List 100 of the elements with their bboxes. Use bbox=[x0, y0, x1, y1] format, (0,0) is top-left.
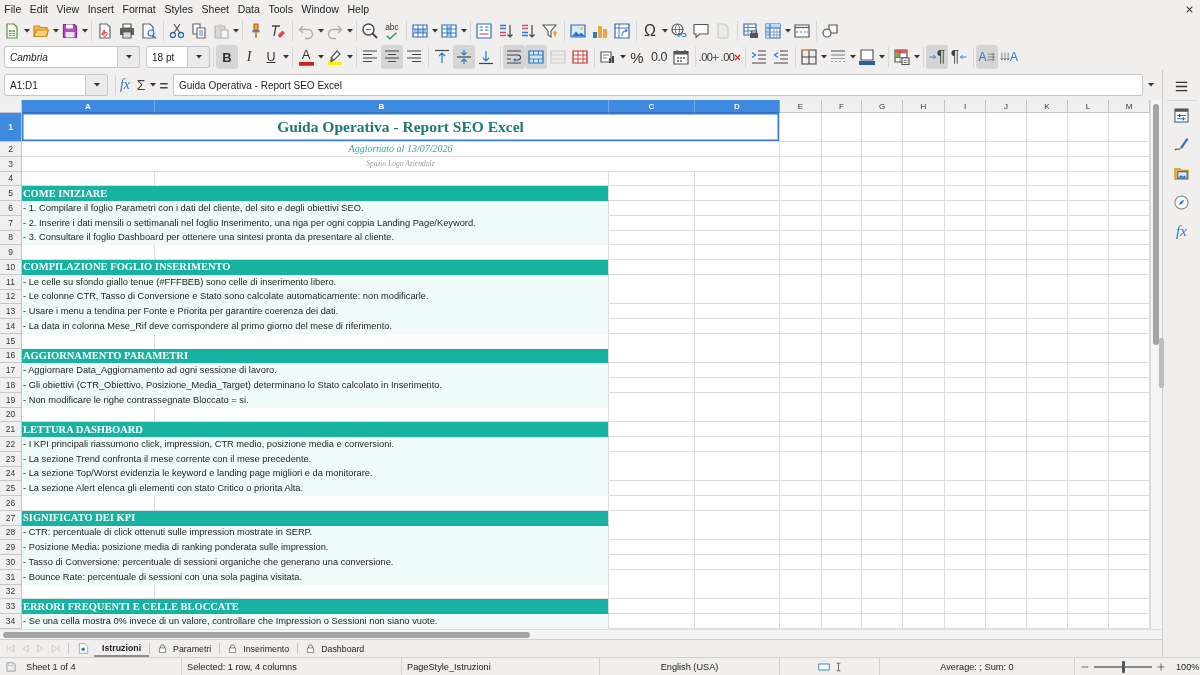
row-header[interactable]: 18 bbox=[0, 378, 22, 393]
menu-item[interactable]: Window bbox=[297, 0, 344, 18]
sidebar-collapse-handle[interactable] bbox=[1159, 338, 1164, 388]
formula-button[interactable]: = bbox=[156, 73, 172, 97]
column-header[interactable]: E bbox=[780, 100, 822, 113]
column-header[interactable]: I bbox=[945, 100, 986, 113]
name-box-dropdown-button[interactable] bbox=[86, 74, 108, 96]
zoom-in-icon[interactable] bbox=[1157, 662, 1165, 671]
caret-icon[interactable] bbox=[878, 55, 885, 59]
row-header[interactable]: 26 bbox=[0, 496, 22, 511]
spelling-button[interactable]: abc bbox=[381, 19, 403, 43]
cell-cursor[interactable]: Guida Operativa - Report SEO Excel bbox=[22, 113, 780, 142]
percent-button[interactable]: % bbox=[626, 45, 648, 69]
row-header[interactable]: 1 bbox=[0, 113, 22, 142]
text-vertical-button[interactable]: A bbox=[998, 45, 1020, 69]
zoom-slider-thumb[interactable] bbox=[1121, 660, 1125, 673]
caret-icon[interactable] bbox=[346, 55, 353, 59]
caret-icon[interactable] bbox=[317, 55, 324, 59]
caret-icon[interactable] bbox=[913, 55, 920, 59]
caret-icon[interactable] bbox=[661, 29, 668, 33]
delete-decimal-button[interactable]: .00 bbox=[720, 45, 742, 69]
column-header[interactable]: H bbox=[903, 100, 945, 113]
caret-icon[interactable] bbox=[52, 29, 59, 33]
caret-icon[interactable] bbox=[431, 29, 438, 33]
caret-icon[interactable] bbox=[1148, 83, 1154, 87]
row-header[interactable]: 33 bbox=[0, 599, 22, 614]
caret-icon[interactable] bbox=[149, 83, 156, 87]
right-to-left-button[interactable]: ¶ bbox=[948, 45, 970, 69]
formula-input-field[interactable]: Guida Operativa - Report SEO Excel bbox=[173, 74, 1143, 96]
add-decimal-button[interactable]: .00 bbox=[698, 45, 720, 69]
font-name-dropdown-button[interactable] bbox=[118, 46, 140, 68]
bold-button[interactable]: B bbox=[216, 45, 238, 69]
row-header[interactable]: 29 bbox=[0, 540, 22, 555]
selection-mode-icon[interactable] bbox=[818, 660, 830, 673]
caret-icon[interactable] bbox=[232, 29, 239, 33]
zoom-percent-text[interactable]: 100% bbox=[1176, 661, 1200, 672]
special-character-button[interactable]: Ω bbox=[639, 19, 661, 43]
sheet-tab[interactable]: Dashboard bbox=[298, 640, 373, 657]
caret-icon[interactable] bbox=[93, 83, 100, 87]
sheet-tab[interactable]: Inserimento bbox=[220, 640, 298, 657]
row-header[interactable]: 25 bbox=[0, 481, 22, 496]
column-header[interactable]: K bbox=[1027, 100, 1068, 113]
row-header[interactable]: 17 bbox=[0, 363, 22, 378]
column-header[interactable]: J bbox=[986, 100, 1027, 113]
caret-icon[interactable] bbox=[820, 55, 827, 59]
menu-item[interactable]: Edit bbox=[25, 0, 53, 18]
caret-icon[interactable] bbox=[346, 29, 353, 33]
row-header[interactable]: 2 bbox=[0, 142, 22, 157]
wrap-text-button[interactable] bbox=[503, 45, 525, 69]
column-header[interactable]: A bbox=[22, 100, 155, 113]
language-text[interactable]: English (USA) bbox=[660, 661, 719, 672]
number-button[interactable]: 0.0 bbox=[648, 45, 670, 69]
row-header[interactable]: 21 bbox=[0, 422, 22, 437]
function-wizard-button[interactable]: fx bbox=[117, 73, 133, 97]
column-header[interactable]: B bbox=[155, 100, 609, 113]
row-header[interactable]: 14 bbox=[0, 319, 22, 334]
scrollbar-thumb[interactable] bbox=[1153, 104, 1159, 345]
horizontal-scrollbar[interactable] bbox=[0, 629, 1162, 639]
column-header[interactable]: F bbox=[822, 100, 862, 113]
caret-icon[interactable] bbox=[784, 29, 791, 33]
column-header[interactable]: C bbox=[609, 100, 695, 113]
sheet-tab[interactable]: Istruzioni bbox=[94, 640, 150, 657]
font-name-field[interactable]: Cambria bbox=[4, 46, 118, 68]
functions-button[interactable]: fx bbox=[1169, 219, 1194, 243]
menu-item[interactable]: Help bbox=[343, 0, 374, 18]
menu-item[interactable]: Data bbox=[233, 0, 265, 18]
row-header[interactable]: 22 bbox=[0, 437, 22, 452]
caret-icon[interactable] bbox=[195, 55, 202, 59]
menu-item[interactable]: File bbox=[0, 0, 26, 18]
italic-button[interactable]: I bbox=[238, 45, 260, 69]
close-document-button[interactable] bbox=[1185, 4, 1194, 14]
row-header[interactable]: 34 bbox=[0, 614, 22, 629]
font-size-dropdown-button[interactable] bbox=[188, 46, 210, 68]
caret-icon[interactable] bbox=[849, 55, 856, 59]
row-header[interactable]: 13 bbox=[0, 304, 22, 319]
menu-item[interactable]: Sheet bbox=[197, 0, 234, 18]
vertical-scrollbar[interactable] bbox=[1150, 100, 1162, 629]
font-color-button[interactable]: A bbox=[295, 45, 317, 69]
font-size-field[interactable]: 18 pt bbox=[146, 46, 188, 68]
row-header[interactable]: 9 bbox=[0, 245, 22, 260]
caret-icon[interactable] bbox=[460, 29, 467, 33]
sum-button[interactable]: Σ bbox=[133, 73, 149, 97]
row-header[interactable]: 6 bbox=[0, 201, 22, 216]
menu-item[interactable]: View bbox=[52, 0, 84, 18]
menu-item[interactable]: Format bbox=[118, 0, 161, 18]
text-cursor-icon[interactable] bbox=[836, 661, 841, 672]
caret-icon[interactable] bbox=[125, 55, 132, 59]
caret-icon[interactable] bbox=[81, 29, 88, 33]
left-to-right-button[interactable]: ¶ bbox=[926, 45, 948, 69]
caret-icon[interactable] bbox=[619, 55, 626, 59]
column-header[interactable]: M bbox=[1109, 100, 1150, 113]
align-center-button[interactable] bbox=[381, 45, 403, 69]
menu-item[interactable]: Insert bbox=[83, 0, 119, 18]
scrollbar-thumb[interactable] bbox=[3, 631, 530, 638]
menu-item[interactable]: Tools bbox=[264, 0, 298, 18]
caret-icon[interactable] bbox=[23, 29, 30, 33]
row-header[interactable]: 5 bbox=[0, 186, 22, 201]
caret-icon[interactable] bbox=[317, 29, 324, 33]
row-header[interactable]: 30 bbox=[0, 555, 22, 570]
column-header[interactable]: G bbox=[862, 100, 903, 113]
